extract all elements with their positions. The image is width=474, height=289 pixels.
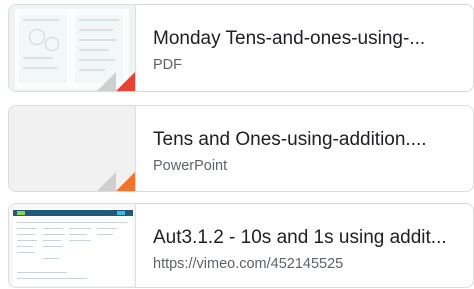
blank-slide-thumbnail xyxy=(9,106,136,191)
attachment-card-link[interactable]: Aut3.1.2 - 10s and 1s using addit... htt… xyxy=(8,203,474,288)
vimeo-page-thumbnail xyxy=(9,204,136,287)
link-url: https://vimeo.com/452145525 xyxy=(153,256,344,272)
file-title: Monday Tens-and-ones-using-... xyxy=(153,28,426,49)
powerpoint-corner-icon xyxy=(116,172,135,191)
attachment-card-pdf[interactable]: Monday Tens-and-ones-using-... PDF xyxy=(8,4,474,92)
file-type-label: PDF xyxy=(153,57,182,73)
file-type-label: PowerPoint xyxy=(153,158,228,174)
attachment-list: Monday Tens-and-ones-using-... PDF Tens … xyxy=(0,0,474,289)
link-title: Aut3.1.2 - 10s and 1s using addit... xyxy=(153,227,447,248)
attachment-card-powerpoint[interactable]: Tens and Ones-using-addition.... PowerPo… xyxy=(8,105,474,192)
file-title: Tens and Ones-using-addition.... xyxy=(153,129,427,150)
pdf-corner-icon xyxy=(116,72,135,91)
pdf-worksheet-thumbnail xyxy=(9,5,136,91)
